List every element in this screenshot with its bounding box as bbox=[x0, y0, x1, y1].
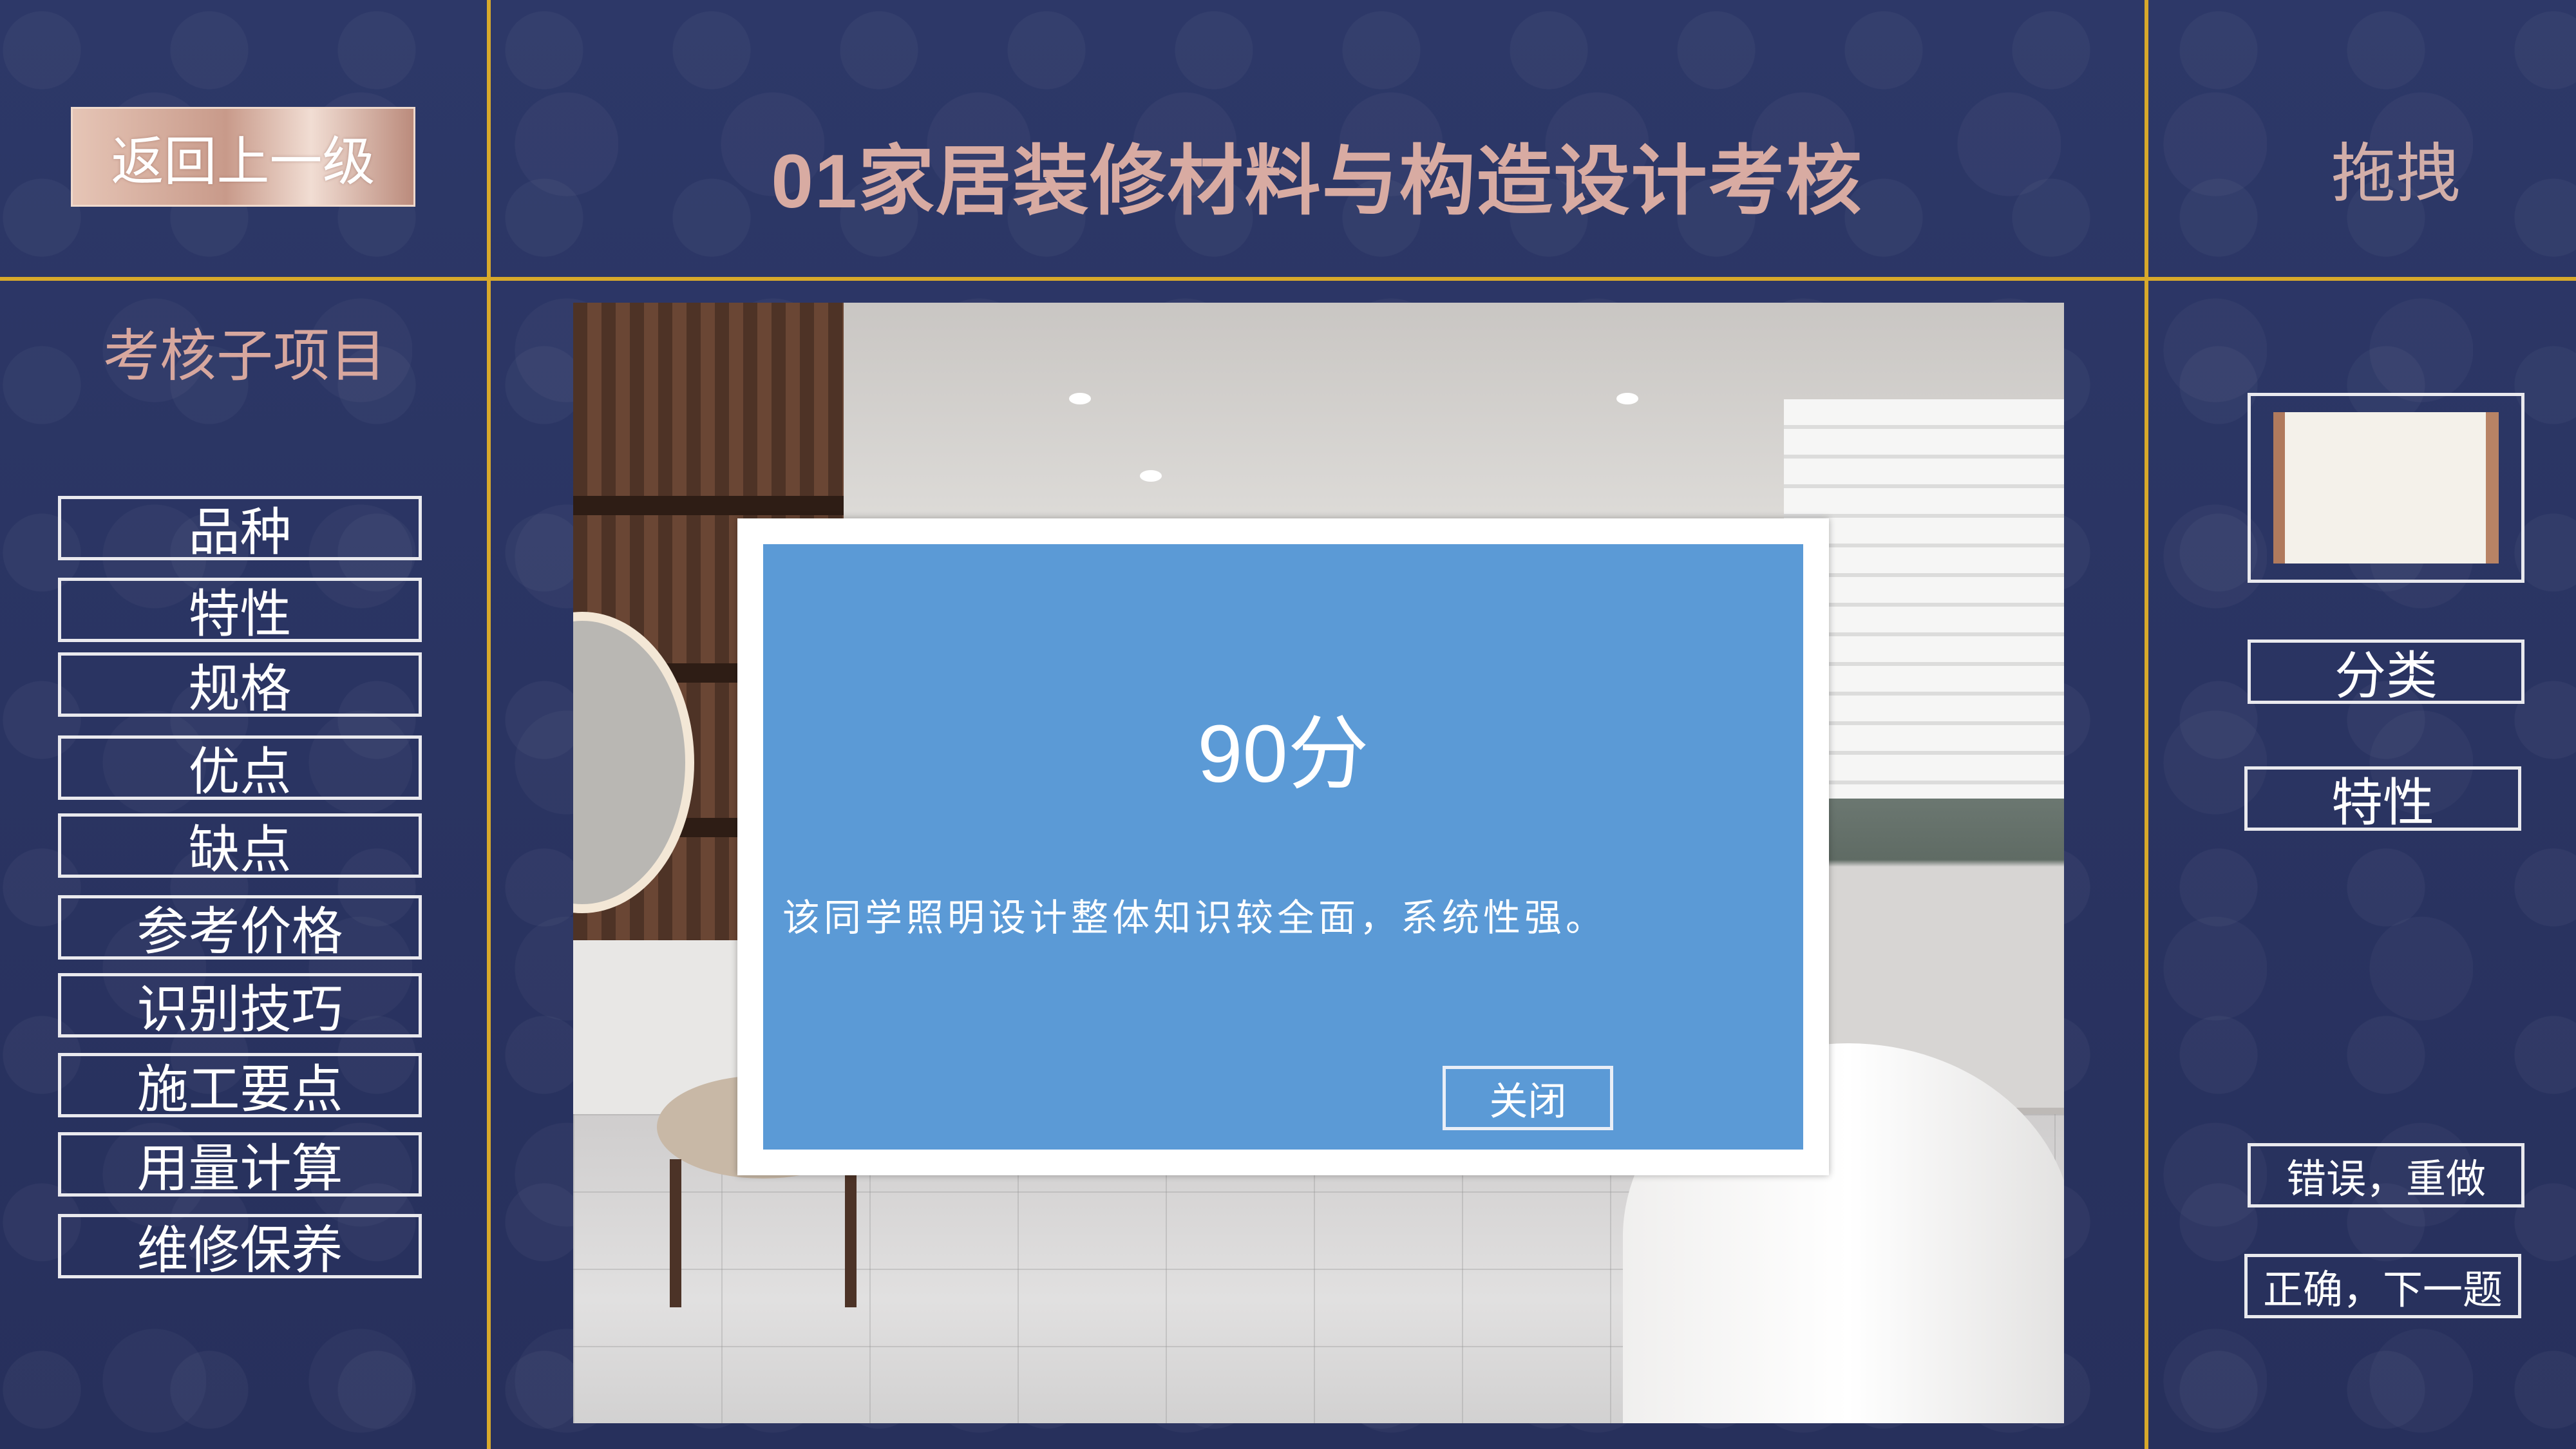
divider-top-horizontal bbox=[0, 277, 2576, 281]
classify-button[interactable]: 分类 bbox=[2248, 639, 2524, 705]
comment-text: 该同学照明设计整体知识较全面，系统性强。 bbox=[782, 896, 1607, 940]
property-button[interactable]: 特性 bbox=[2244, 766, 2521, 831]
sidebar-item-construction-points[interactable]: 施工要点 bbox=[58, 1053, 422, 1118]
drag-label: 拖拽 bbox=[2331, 137, 2460, 210]
material-thumbnail[interactable] bbox=[2273, 412, 2499, 564]
page-title: 01家居装修材料与构造设计考核 bbox=[771, 138, 1863, 224]
divider-right-vertical bbox=[2145, 0, 2148, 1449]
score-text: 90分 bbox=[1197, 708, 1369, 799]
close-button[interactable]: 关闭 bbox=[1443, 1066, 1613, 1130]
sidebar-item-variety[interactable]: 品种 bbox=[58, 496, 422, 561]
sidebar-title: 考核子项目 bbox=[102, 323, 386, 388]
result-dialog bbox=[763, 544, 1803, 1150]
back-button[interactable]: 返回上一级 bbox=[71, 107, 415, 207]
sidebar-item-properties[interactable]: 特性 bbox=[58, 578, 422, 643]
sidebar-item-quantity-calculation[interactable]: 用量计算 bbox=[58, 1132, 422, 1197]
sidebar-item-maintenance[interactable]: 维修保养 bbox=[58, 1214, 422, 1279]
sidebar-item-specifications[interactable]: 规格 bbox=[58, 652, 422, 717]
sidebar-item-advantages[interactable]: 优点 bbox=[58, 735, 422, 800]
sidebar-item-reference-price[interactable]: 参考价格 bbox=[58, 895, 422, 960]
sidebar-item-disadvantages[interactable]: 缺点 bbox=[58, 813, 422, 878]
wrong-redo-button[interactable]: 错误，重做 bbox=[2248, 1143, 2524, 1208]
sidebar-item-identification-tips[interactable]: 识别技巧 bbox=[58, 973, 422, 1038]
correct-next-button[interactable]: 正确，下一题 bbox=[2244, 1254, 2521, 1318]
